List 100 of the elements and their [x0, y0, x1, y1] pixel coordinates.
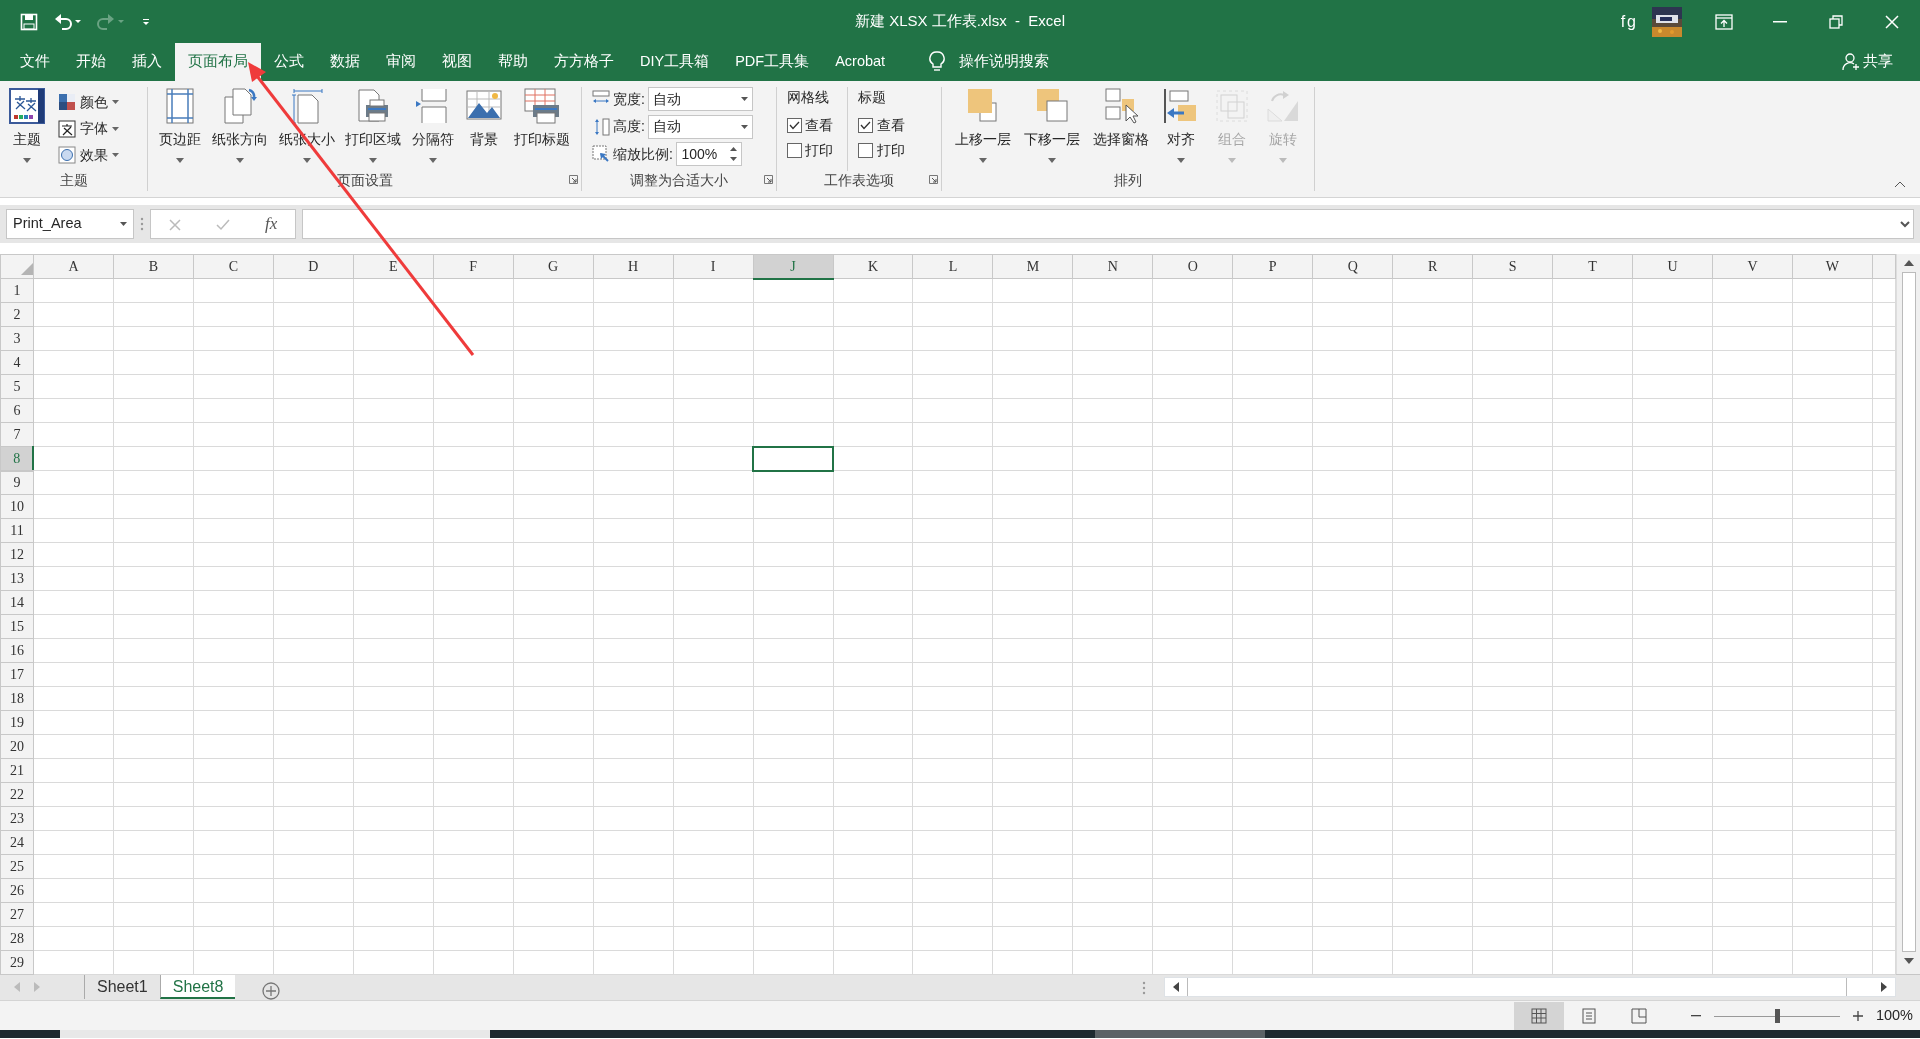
row-header[interactable]: 14: [0, 590, 34, 615]
name-box[interactable]: Print_Area: [6, 209, 134, 239]
column-header[interactable]: U: [1632, 254, 1713, 279]
ribbon-button[interactable]: 打印区域: [343, 87, 404, 171]
row-header[interactable]: 18: [0, 686, 34, 711]
ribbon-tab[interactable]: 方方格子: [541, 43, 627, 81]
row-header[interactable]: 1: [0, 278, 34, 303]
formula-input[interactable]: [302, 209, 1914, 239]
ribbon-tab[interactable]: 审阅: [373, 43, 429, 81]
view-button[interactable]: [1513, 1001, 1564, 1030]
ribbon-field[interactable]: 自动: [648, 114, 754, 139]
column-header[interactable]: C: [193, 254, 274, 279]
ribbon-tab[interactable]: 页面布局: [175, 43, 261, 81]
ribbon-button[interactable]: 选择窗格: [1090, 87, 1151, 171]
scroll-thumb[interactable]: [1187, 978, 1847, 996]
row-header[interactable]: 6: [0, 398, 34, 423]
row-header[interactable]: 29: [0, 950, 34, 975]
row-header[interactable]: 19: [0, 710, 34, 735]
row-header[interactable]: 26: [0, 878, 34, 903]
column-header[interactable]: S: [1472, 254, 1553, 279]
ribbon-button[interactable]: 下移一层: [1021, 87, 1082, 171]
row-header[interactable]: 27: [0, 902, 34, 927]
ribbon-button[interactable]: 颜色: [56, 90, 121, 114]
row-header[interactable]: 4: [0, 350, 34, 375]
sheet-tab[interactable]: Sheet8: [159, 975, 236, 999]
ribbon-tab[interactable]: 视图: [429, 43, 485, 81]
column-header[interactable]: H: [593, 254, 674, 279]
row-header[interactable]: 20: [0, 734, 34, 759]
ribbon-field[interactable]: 100%: [676, 142, 743, 166]
column-header[interactable]: O: [1152, 254, 1233, 279]
row-header[interactable]: 12: [0, 542, 34, 567]
row-header[interactable]: 17: [0, 662, 34, 687]
ribbon-button[interactable]: 页边距: [157, 87, 204, 171]
row-header[interactable]: 23: [0, 806, 34, 831]
column-header[interactable]: T: [1552, 254, 1633, 279]
tell-me-search[interactable]: 操作说明搜索: [916, 43, 1063, 81]
ribbon-tab[interactable]: DIY工具箱: [627, 43, 723, 81]
checkbox[interactable]: 查看: [786, 115, 833, 136]
zoom-slider[interactable]: [1713, 1008, 1840, 1023]
column-header[interactable]: J: [753, 254, 833, 279]
column-header[interactable]: D: [273, 254, 354, 279]
ribbon-tab[interactable]: Acrobat: [822, 43, 899, 81]
column-header[interactable]: A: [33, 254, 114, 279]
ribbon-tab[interactable]: 数据: [317, 43, 373, 81]
ribbon-button[interactable]: 字体: [56, 117, 121, 140]
ribbon-button[interactable]: 对齐: [1159, 87, 1202, 171]
row-header[interactable]: 9: [0, 470, 34, 495]
slider-thumb[interactable]: [1774, 1008, 1780, 1023]
checkbox[interactable]: 查看: [858, 115, 905, 136]
ribbon-button[interactable]: 打印标题: [511, 87, 572, 171]
ribbon-tab[interactable]: 开始: [63, 43, 119, 81]
column-header[interactable]: B: [113, 254, 194, 279]
active-cell[interactable]: [753, 446, 833, 471]
row-header[interactable]: 13: [0, 566, 34, 591]
row-header[interactable]: 16: [0, 638, 34, 663]
row-header[interactable]: 21: [0, 758, 34, 783]
ribbon-field[interactable]: 自动: [648, 87, 754, 111]
vertical-scrollbar[interactable]: [1896, 254, 1920, 974]
ribbon-button[interactable]: 效果: [56, 143, 121, 167]
scroll-thumb[interactable]: [1901, 272, 1916, 952]
ribbon-button[interactable]: 主题: [6, 87, 48, 171]
column-header[interactable]: L: [912, 254, 993, 279]
row-header[interactable]: 5: [0, 374, 34, 399]
column-header[interactable]: E: [353, 254, 434, 279]
row-header[interactable]: 3: [0, 326, 34, 351]
sheet-tab[interactable]: Sheet1: [84, 975, 160, 999]
row-header[interactable]: 2: [0, 302, 34, 327]
ribbon-tab[interactable]: 插入: [119, 43, 175, 81]
ribbon-tab[interactable]: 文件: [7, 43, 63, 81]
ribbon-tab[interactable]: PDF工具集: [722, 43, 823, 81]
row-header[interactable]: 7: [0, 422, 34, 447]
row-header[interactable]: 25: [0, 854, 34, 879]
column-header[interactable]: Q: [1312, 254, 1393, 279]
column-header[interactable]: K: [833, 254, 913, 279]
row-header[interactable]: 10: [0, 494, 34, 519]
share-button[interactable]: 共享: [1828, 47, 1906, 77]
ribbon-tab[interactable]: 公式: [261, 43, 317, 81]
column-header[interactable]: R: [1392, 254, 1473, 279]
ribbon-button[interactable]: 上移一层: [952, 87, 1013, 171]
horizontal-scrollbar[interactable]: [1164, 977, 1896, 997]
checkbox[interactable]: 打印: [858, 139, 905, 161]
row-header[interactable]: 15: [0, 614, 34, 639]
row-header[interactable]: 22: [0, 782, 34, 807]
row-header[interactable]: 28: [0, 926, 34, 951]
column-header[interactable]: N: [1072, 254, 1153, 279]
column-header[interactable]: G: [513, 254, 594, 279]
row-header[interactable]: 11: [0, 518, 34, 543]
row-header[interactable]: 8: [0, 446, 34, 471]
ribbon-tab[interactable]: 帮助: [485, 43, 541, 81]
column-header[interactable]: W: [1792, 254, 1873, 279]
row-header[interactable]: 24: [0, 830, 34, 855]
column-header[interactable]: V: [1712, 254, 1793, 279]
column-header[interactable]: F: [433, 254, 514, 279]
column-header[interactable]: I: [673, 254, 754, 279]
ribbon-button[interactable]: 纸张方向: [210, 87, 271, 171]
ribbon-button[interactable]: 背景: [462, 87, 505, 171]
column-header[interactable]: P: [1232, 254, 1313, 279]
column-header[interactable]: M: [992, 254, 1073, 279]
checkbox[interactable]: 打印: [786, 139, 833, 161]
ribbon-button[interactable]: 分隔符: [410, 87, 457, 171]
